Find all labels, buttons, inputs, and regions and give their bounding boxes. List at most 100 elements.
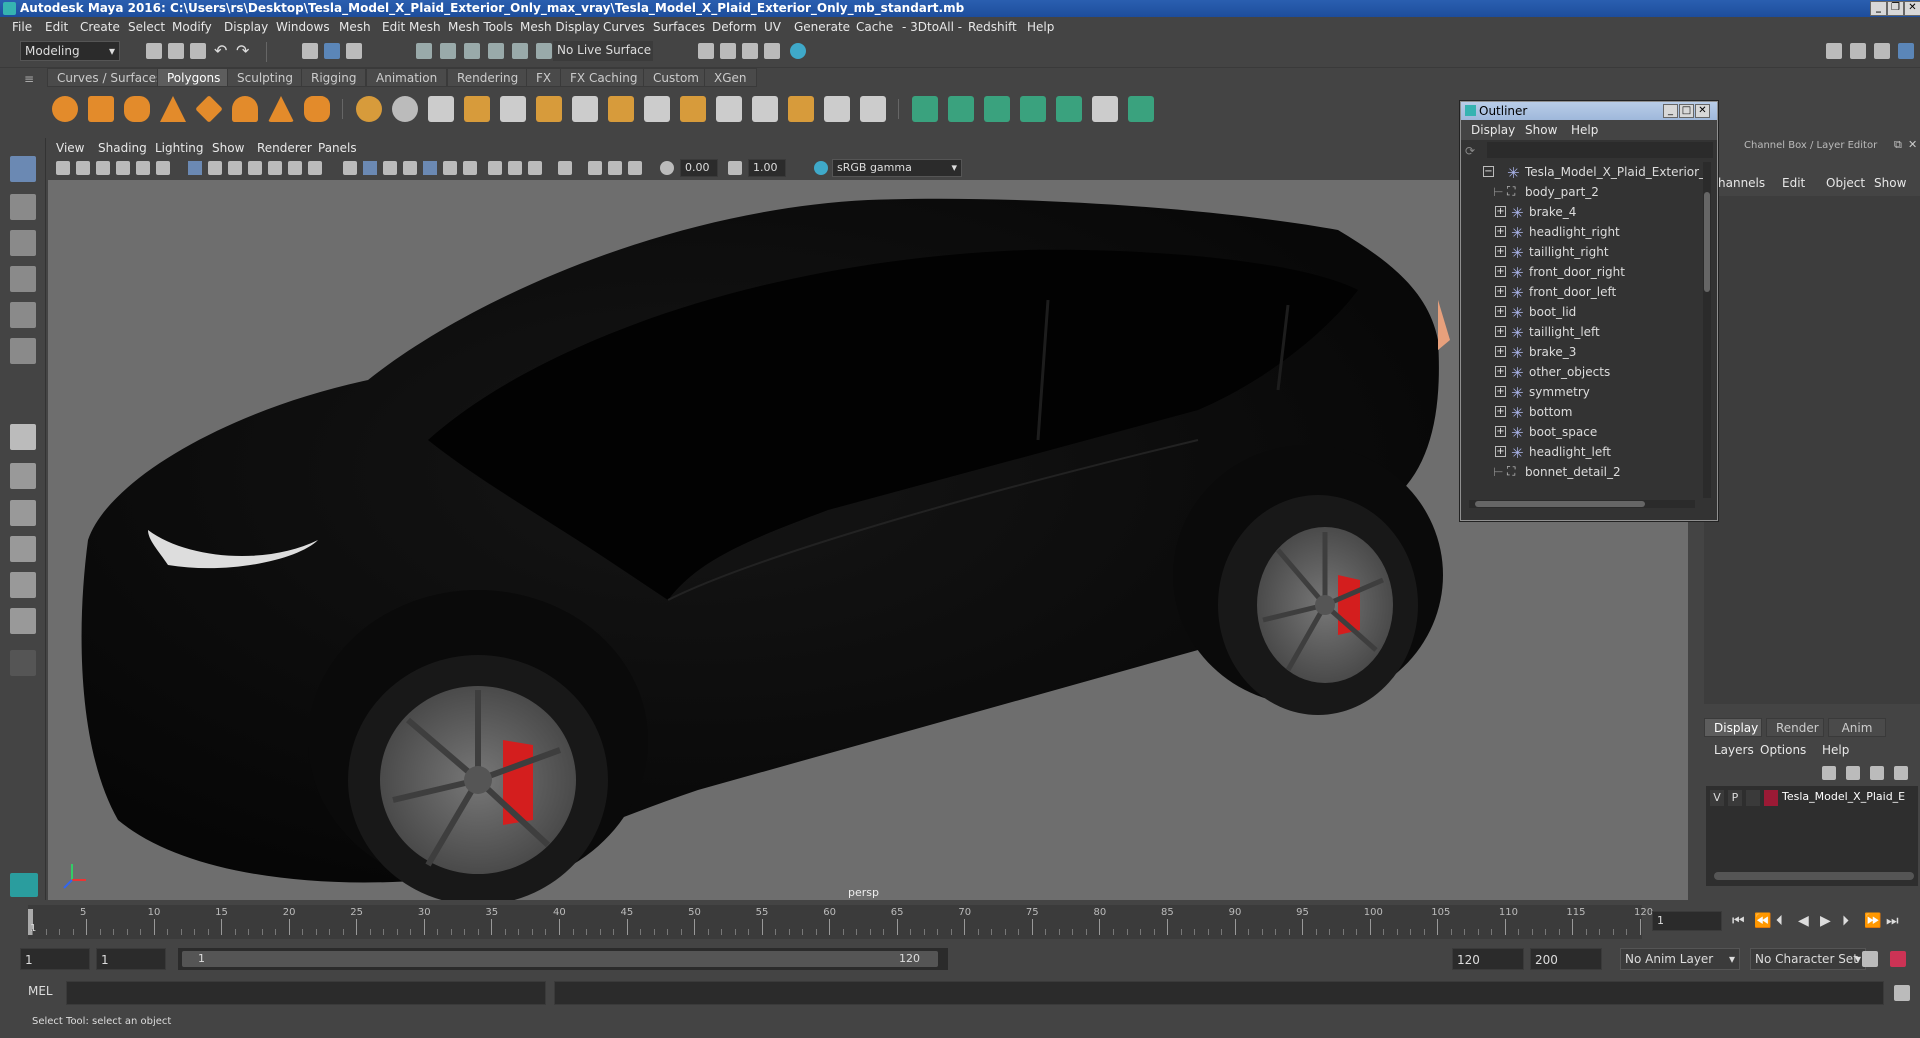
motion-blur-icon[interactable] [508, 161, 522, 175]
poly-torus-icon[interactable] [232, 96, 258, 122]
character-set-dropdown[interactable]: No Character Set ▾ [1750, 948, 1866, 970]
expand-icon[interactable]: + [1495, 246, 1506, 257]
animation-start-field[interactable]: 1 [20, 948, 90, 970]
tree-item[interactable]: + ✳ other_objects [1467, 362, 1703, 382]
expand-icon[interactable]: + [1495, 286, 1506, 297]
step-back-frame-icon[interactable]: ⏴ [1776, 913, 1783, 929]
expand-icon[interactable]: + [1495, 326, 1506, 337]
tree-item[interactable]: + ✳ brake_3 [1467, 342, 1703, 362]
layers-menu-layers[interactable]: Layers [1714, 740, 1754, 760]
filter-sync-icon[interactable]: ⟳ [1465, 144, 1479, 158]
use-all-lights-icon[interactable] [423, 161, 437, 175]
snap-curve-icon[interactable] [440, 43, 456, 59]
multi-cut-icon[interactable] [572, 96, 598, 122]
anti-aliasing-icon[interactable] [528, 161, 542, 175]
channel-box-toggle-icon[interactable] [1898, 43, 1914, 59]
outliner-menu-display[interactable]: Display [1471, 120, 1515, 140]
close-panel-icon[interactable]: ✕ [1908, 138, 1917, 151]
snap-view-plane-icon[interactable] [488, 43, 504, 59]
range-slider[interactable]: 1 120 [178, 948, 948, 970]
layers-menu-help[interactable]: Help [1822, 740, 1849, 760]
safe-title-icon[interactable] [308, 161, 322, 175]
vp-menu-panels[interactable]: Panels [318, 138, 357, 158]
exposure-field[interactable]: 0.00 [680, 159, 718, 177]
tree-item[interactable]: + ✳ headlight_right [1467, 222, 1703, 242]
outliner-vertical-scrollbar[interactable] [1703, 162, 1711, 498]
cb-menu-object[interactable]: Object [1826, 176, 1865, 190]
menu-cache[interactable]: Cache [856, 17, 893, 37]
layer-playback-toggle[interactable]: P [1728, 790, 1742, 806]
tab-rigging[interactable]: Rigging [301, 68, 367, 87]
outliner-search-input[interactable] [1487, 142, 1713, 158]
poly-sphere-icon[interactable] [52, 96, 78, 122]
float-panel-icon[interactable]: ⧉ [1894, 138, 1902, 152]
expand-icon[interactable]: + [1495, 406, 1506, 417]
time-slider[interactable]: 1 5 10 15 20 25 30 35 40 45 50 55 60 65 70 75 80 85 90 95 1… [0, 905, 1920, 939]
2d-pan-zoom-icon[interactable] [136, 161, 150, 175]
extrude-icon[interactable] [464, 96, 490, 122]
step-forward-frame-icon[interactable]: ⏵ [1842, 913, 1849, 929]
automatic-uv-icon[interactable] [1020, 96, 1046, 122]
tab-rendering[interactable]: Rendering [447, 68, 529, 87]
expand-icon[interactable]: + [1495, 426, 1506, 437]
hud-icon[interactable] [588, 161, 602, 175]
command-input[interactable] [66, 981, 546, 1005]
menu-edit-mesh[interactable]: Edit Mesh [382, 17, 441, 37]
menu-mesh-tools[interactable]: Mesh Tools [448, 17, 513, 37]
tree-item[interactable]: ⊢ ⛶ body_part_2 [1467, 182, 1703, 202]
menu-mesh[interactable]: Mesh [339, 17, 371, 37]
render-view-icon[interactable] [698, 43, 714, 59]
textured-icon[interactable] [403, 161, 417, 175]
outliner-menu-help[interactable]: Help [1571, 120, 1598, 140]
outliner-horizontal-scrollbar[interactable] [1469, 500, 1695, 508]
wireframe-on-shaded-icon[interactable] [383, 161, 397, 175]
bevel-cube-icon[interactable] [680, 96, 706, 122]
move-layer-down-icon[interactable] [1846, 766, 1860, 780]
menu-file[interactable]: File [12, 17, 32, 37]
field-chart-icon[interactable] [268, 161, 282, 175]
planar-uv-icon[interactable] [912, 96, 938, 122]
menu-surfaces[interactable]: Surfaces [653, 17, 705, 37]
cb-menu-edit[interactable]: Edit [1782, 176, 1805, 190]
minimize-button[interactable]: _ [1870, 1, 1887, 16]
layer-color-swatch[interactable] [1764, 790, 1778, 806]
outliner-hscroll-thumb[interactable] [1475, 501, 1645, 507]
perspective-viewport[interactable]: persp [48, 180, 1688, 900]
isolate-select-icon[interactable] [558, 161, 572, 175]
tab-sculpting[interactable]: Sculpting [227, 68, 304, 87]
tree-item[interactable]: + ✳ bottom [1467, 402, 1703, 422]
smooth-icon[interactable] [428, 96, 454, 122]
collapse-icon[interactable]: − [1483, 166, 1494, 177]
tab-polygons[interactable]: Polygons [157, 68, 231, 87]
film-gate-icon[interactable] [208, 161, 222, 175]
layers-menu-options[interactable]: Options [1760, 740, 1806, 760]
tree-item[interactable]: + ✳ headlight_left [1467, 442, 1703, 462]
vp-menu-show[interactable]: Show [212, 138, 244, 158]
checker-icon[interactable] [1092, 96, 1118, 122]
outliner-minimize-button[interactable]: _ [1663, 104, 1678, 118]
animation-end-field[interactable]: 200 [1530, 948, 1602, 970]
tree-item[interactable]: + ✳ taillight_left [1467, 322, 1703, 342]
ipr-render-icon[interactable] [742, 43, 758, 59]
poly-plane-icon[interactable] [195, 95, 223, 123]
poly-pipe-icon[interactable] [304, 96, 330, 122]
vp-menu-view[interactable]: View [56, 138, 84, 158]
tab-animation[interactable]: Animation [366, 68, 448, 87]
unfold-icon[interactable] [1128, 96, 1154, 122]
menu-3dtoall[interactable]: - 3DtoAll - [902, 17, 962, 37]
menu-help[interactable]: Help [1027, 17, 1054, 37]
outliner-maximize-button[interactable]: □ [1679, 104, 1694, 118]
open-scene-icon[interactable] [168, 43, 184, 59]
vp-menu-renderer[interactable]: Renderer [257, 138, 312, 158]
layer-list-scrollbar[interactable] [1714, 872, 1914, 880]
bookmark-icon[interactable] [96, 161, 110, 175]
lasso-tool-icon[interactable] [10, 194, 36, 220]
shadows-icon[interactable] [443, 161, 457, 175]
menu-windows[interactable]: Windows [276, 17, 330, 37]
safe-action-icon[interactable] [288, 161, 302, 175]
smooth-shade-icon[interactable] [363, 161, 377, 175]
cb-menu-show[interactable]: Show [1874, 176, 1906, 190]
step-back-key-icon[interactable]: ⏪ [1754, 913, 1771, 929]
expand-icon[interactable]: + [1495, 386, 1506, 397]
append-polygon-icon[interactable] [536, 96, 562, 122]
